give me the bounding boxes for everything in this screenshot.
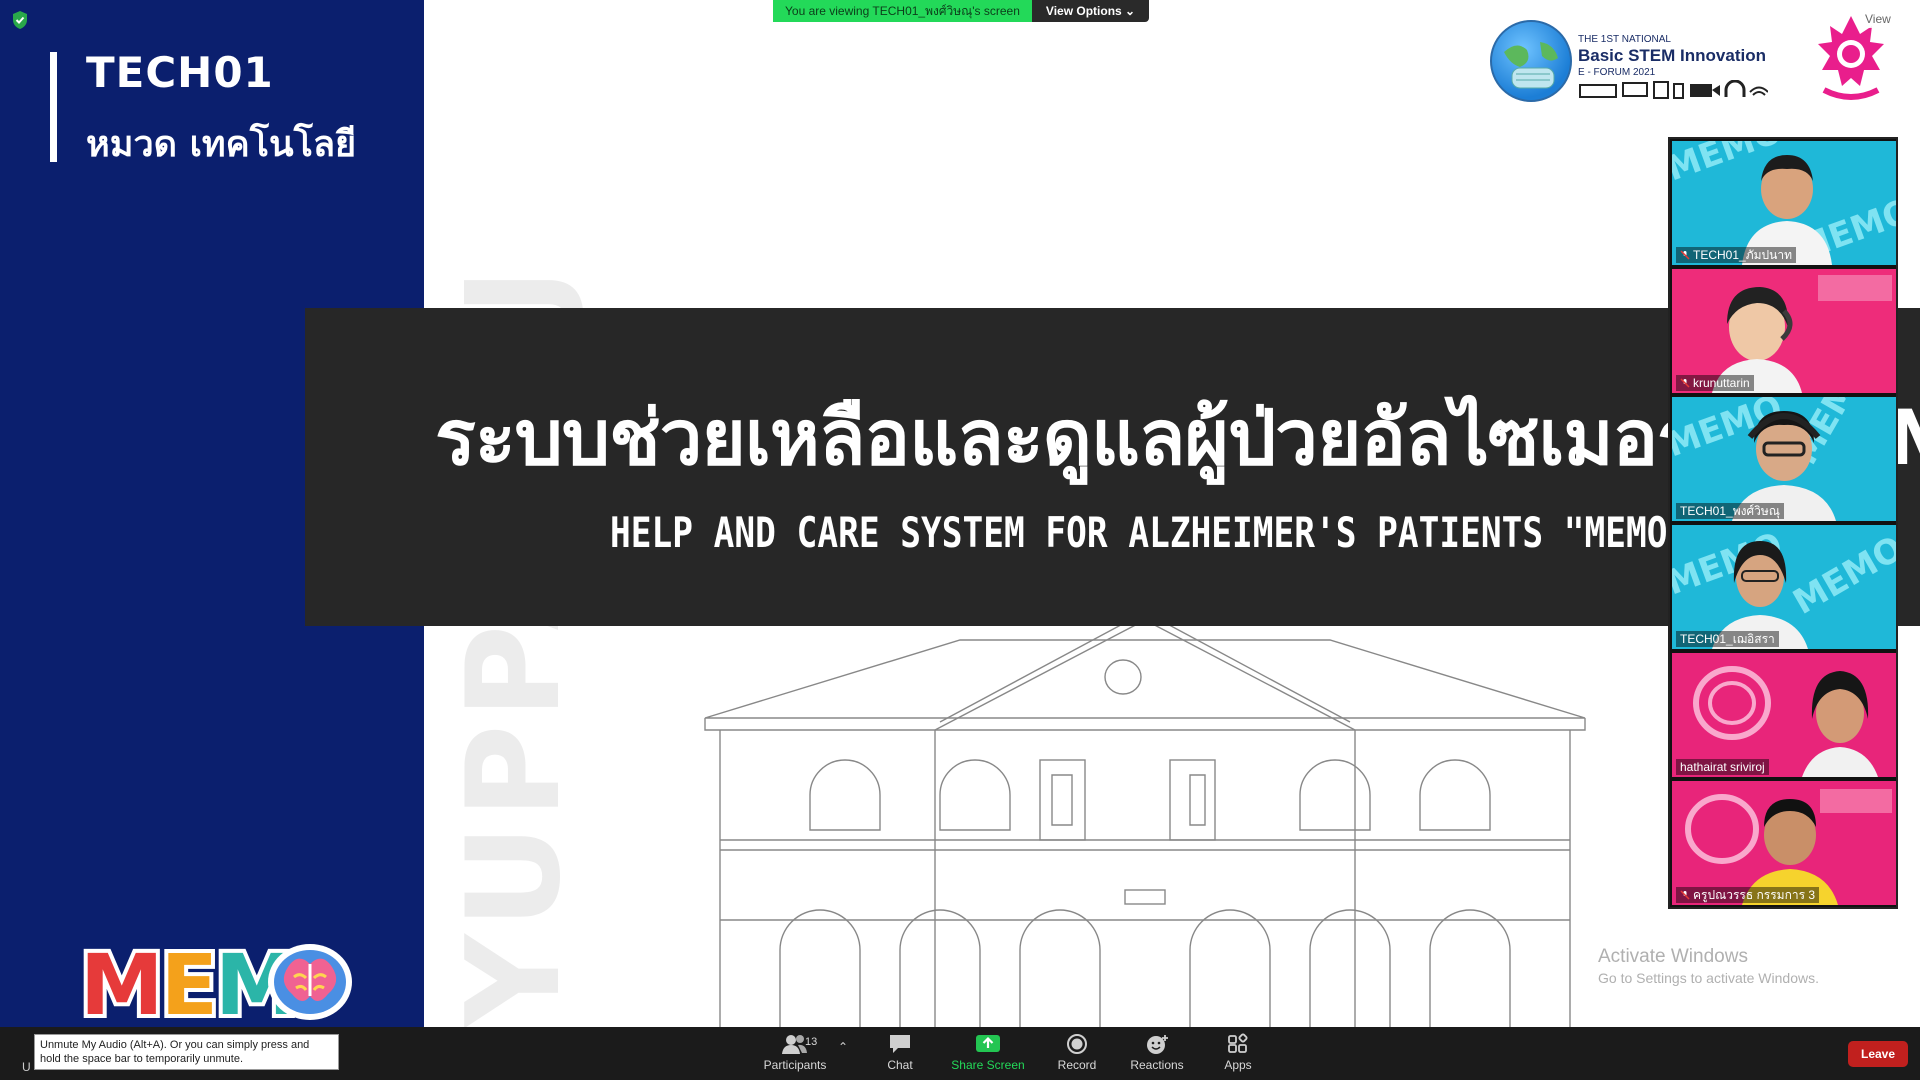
chat-button[interactable]: Chat: [860, 1031, 940, 1077]
forum-edition: E - FORUM 2021: [1578, 67, 1656, 78]
video-tile[interactable]: MEMO MEMO TECH01_เฌอิสรา: [1672, 525, 1896, 649]
group-code: TECH01: [86, 48, 274, 97]
apps-label: Apps: [1224, 1058, 1252, 1072]
accent-bar: [50, 52, 57, 162]
reactions-label: Reactions: [1130, 1058, 1184, 1072]
participant-name: krunuttarin: [1676, 375, 1754, 391]
muted-mic-icon: [1680, 250, 1690, 260]
shared-screen: TECH01 หมวด เทคโนโลยี YUPPARAJ ระบบช่วยเ…: [0, 0, 1920, 1027]
participant-name-text: TECH01_ภัมปนาท: [1693, 248, 1792, 262]
device-icons: [1579, 80, 1768, 99]
viewing-text: You are viewing TECH01_พงศ์วิษณุ's scree…: [773, 0, 1032, 22]
memo-logo: MEM MEM: [76, 932, 358, 1027]
video-tile[interactable]: MEMO MEMO TECH01_ภัมปนาท: [1672, 141, 1896, 265]
participant-name-text: krunuttarin: [1693, 376, 1750, 390]
participant-name-text: TECH01_เฌอิสรา: [1680, 632, 1775, 646]
participants-button[interactable]: 13 Participants: [755, 1031, 835, 1077]
participant-name: TECH01_พงศ์วิษณุ: [1676, 503, 1784, 519]
forum-logo: THE 1ST NATIONAL Basic STEM Innovation E…: [1490, 16, 1780, 111]
record-label: Record: [1057, 1058, 1097, 1072]
viewing-banner: You are viewing TECH01_พงศ์วิษณุ's scree…: [773, 0, 1150, 22]
participant-name: TECH01_เฌอิสรา: [1676, 631, 1779, 647]
globe-mask-icon: [1490, 20, 1572, 102]
video-tile[interactable]: ครูปณวรรธ กรรมการ 3: [1672, 781, 1896, 905]
shield-icon: [13, 11, 27, 29]
participant-name-text: TECH01_พงศ์วิษณุ: [1680, 504, 1780, 518]
activate-windows-title: Activate Windows: [1598, 946, 1748, 967]
record-icon: [1067, 1034, 1087, 1054]
participant-name: TECH01_ภัมปนาท: [1676, 247, 1796, 263]
participant-name: ครูปณวรรธ กรรมการ 3: [1676, 887, 1820, 903]
chat-label: Chat: [887, 1058, 913, 1072]
reactions-icon: [1147, 1035, 1168, 1054]
share-screen-button[interactable]: Share Screen: [948, 1031, 1028, 1077]
participants-count: 13: [805, 1036, 818, 1048]
record-button[interactable]: Record: [1037, 1031, 1117, 1077]
video-tile[interactable]: hathairat sriviroj: [1672, 653, 1896, 777]
muted-mic-icon: [1680, 890, 1690, 900]
view-options-button[interactable]: View Options ⌄: [1031, 0, 1150, 22]
video-tile[interactable]: krunuttarin: [1672, 269, 1896, 393]
participants-label: Participants: [763, 1058, 827, 1072]
activate-windows-watermark: Activate Windows Go to Settings to activ…: [1598, 946, 1819, 986]
participants-caret-icon[interactable]: ⌃: [838, 1040, 848, 1054]
reactions-button[interactable]: Reactions: [1117, 1031, 1197, 1077]
apps-button[interactable]: Apps: [1198, 1031, 1278, 1077]
participant-name-text: ครูปณวรรธ กรรมการ 3: [1693, 888, 1816, 902]
unmute-button-label[interactable]: U: [22, 1060, 31, 1074]
muted-mic-icon: [1680, 378, 1690, 388]
building-drawing: [704, 611, 1586, 1027]
forum-heading: Basic STEM Innovation: [1578, 46, 1766, 65]
activate-windows-subtitle: Go to Settings to activate Windows.: [1598, 970, 1819, 986]
video-gallery: MEMO MEMO TECH01_ภัมปนาท krunuttarin MEM…: [1668, 137, 1898, 909]
gallery-view-button[interactable]: View: [1858, 10, 1898, 28]
apps-icon: [1228, 1033, 1248, 1053]
project-title-english: HELP AND CARE SYSTEM FOR ALZHEIMER'S PAT…: [610, 508, 1689, 557]
category-label: หมวด เทคโนโลยี: [86, 124, 357, 165]
memo-logo-graphic: MEM MEM: [76, 932, 352, 1027]
forum-subheading: THE 1ST NATIONAL: [1578, 34, 1671, 45]
share-screen-icon: [976, 1035, 1000, 1052]
chat-icon: [890, 1035, 910, 1053]
svg-text:MEM: MEM: [80, 936, 296, 1027]
participant-name: hathairat sriviroj: [1676, 759, 1769, 775]
video-tile[interactable]: MEMO MEMO TECH01_พงศ์วิษณุ: [1672, 397, 1896, 521]
leave-button[interactable]: Leave: [1848, 1041, 1908, 1067]
share-screen-label: Share Screen: [951, 1058, 1025, 1072]
unmute-tooltip: Unmute My Audio (Alt+A). Or you can simp…: [34, 1034, 339, 1070]
participant-name-text: hathairat sriviroj: [1680, 760, 1765, 774]
